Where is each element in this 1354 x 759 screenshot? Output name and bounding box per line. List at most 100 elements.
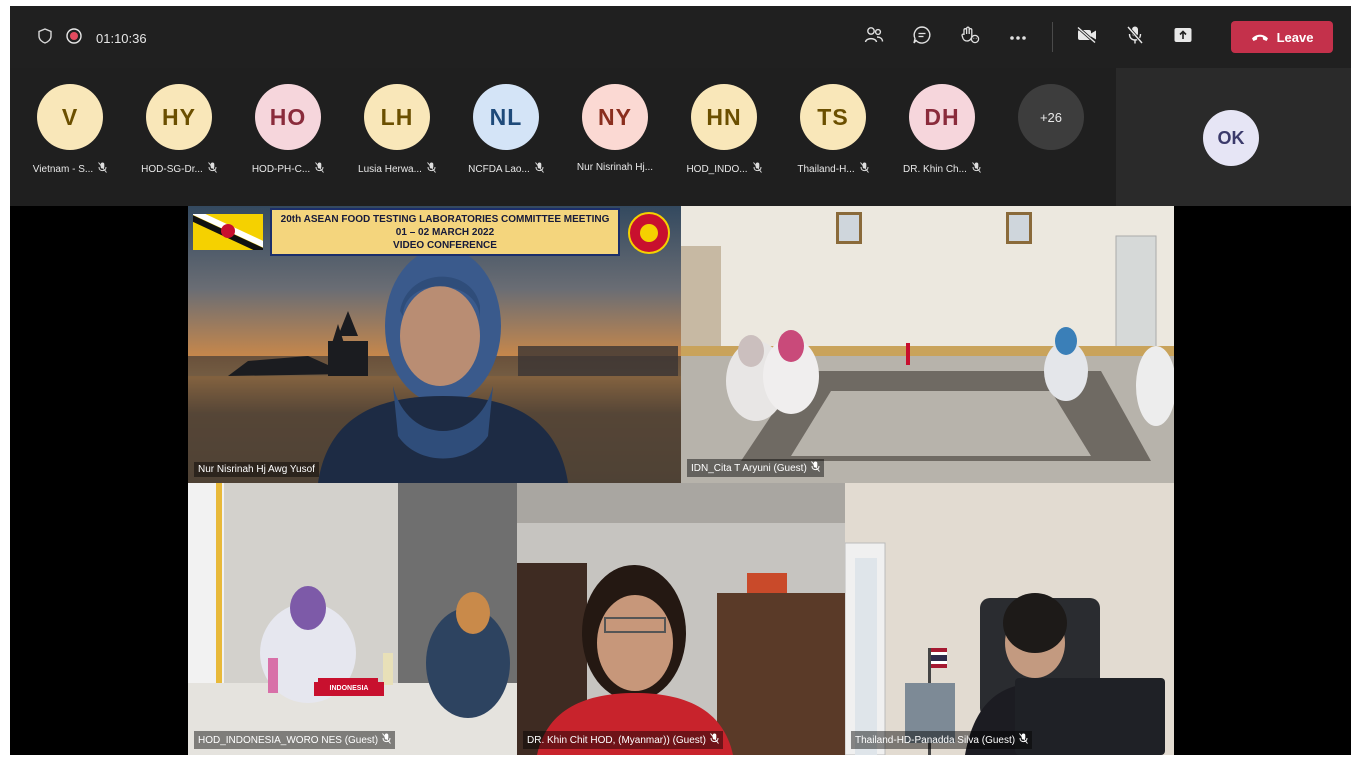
avatar: V	[37, 84, 103, 150]
participant-name-row: Thailand-H...	[779, 162, 887, 176]
participant-name-row: Nur Nisrinah Hj...	[561, 162, 669, 173]
mic-icon	[1019, 733, 1028, 747]
share-content-button[interactable]	[1165, 19, 1201, 55]
meeting-toolbar: 01:10:36 Leave	[10, 6, 1351, 68]
mic-off-icon	[752, 162, 762, 176]
participant-name-row: HOD_INDO...	[670, 162, 778, 176]
leave-label: Leave	[1276, 29, 1314, 45]
mic-off-icon	[972, 162, 981, 176]
participant-name-row: HOD-SG-Dr...	[125, 162, 233, 176]
participant-name: DR. Khin Ch...	[903, 163, 967, 175]
participant-name: HOD-SG-Dr...	[141, 163, 203, 175]
video-name-label: IDN_Cita T Aryuni (Guest)	[687, 459, 824, 477]
mic-off-icon	[534, 162, 544, 176]
camera-off-icon	[1076, 25, 1098, 49]
banner-line-2: 01 – 02 MARCH 2022	[395, 227, 495, 238]
mic-off-icon	[859, 162, 869, 176]
teams-meeting-window: 01:10:36 Leave V Vietnam - S... HY HOD-S…	[10, 6, 1351, 755]
participants-strip: V Vietnam - S... HY HOD-SG-Dr... HO HOD-…	[10, 68, 1116, 206]
participant-name: Vietnam - S...	[32, 163, 94, 175]
asean-logo	[628, 212, 670, 254]
meeting-status: 01:10:36	[38, 28, 147, 49]
banner-line-3: VIDEO CONFERENCE	[393, 240, 497, 251]
avatar: HN	[691, 84, 757, 150]
mic-icon	[710, 733, 719, 747]
record-icon	[66, 28, 82, 49]
participant-tile[interactable]: HY HOD-SG-Dr...	[125, 84, 233, 176]
participant-tile[interactable]: V Vietnam - S...	[16, 84, 124, 176]
mic-toggle-button[interactable]	[1117, 19, 1153, 55]
shield-icon	[38, 28, 52, 49]
mic-off-icon	[315, 162, 325, 176]
participant-name: NCFDA Lao...	[468, 163, 530, 175]
self-avatar[interactable]: OK	[1203, 110, 1259, 166]
participant-tile[interactable]: HN HOD_INDO...	[670, 84, 778, 176]
participant-name: HOD_INDO...	[686, 163, 748, 175]
avatar: LH	[364, 84, 430, 150]
video-tile-khin-chit[interactable]: DR. Khin Chit HOD, (Myanmar)) (Guest)	[517, 483, 845, 755]
video-tile-nur-nisrinah[interactable]: 20th ASEAN FOOD TESTING LABORATORIES COM…	[188, 206, 681, 483]
avatar: DH	[909, 84, 975, 150]
mic-off-icon	[207, 162, 217, 176]
mic-off-icon	[98, 162, 108, 176]
mic-off-icon	[427, 162, 436, 176]
video-name-label: Nur Nisrinah Hj Awg Yusof	[194, 462, 319, 477]
video-name-label: DR. Khin Chit HOD, (Myanmar)) (Guest)	[523, 731, 723, 749]
reactions-button[interactable]	[952, 19, 988, 55]
toolbar-divider	[1052, 22, 1053, 52]
video-tile-hod-indonesia[interactable]: INDONESIA HOD_INDONESIA_WORO NES (Guest)	[188, 483, 517, 755]
more-options-button[interactable]	[1000, 19, 1036, 55]
phone-icon	[1251, 30, 1269, 45]
participant-name: DR. Khin Chit HOD, (Myanmar)) (Guest)	[527, 734, 706, 746]
indonesia-delegate-scene	[188, 483, 517, 755]
video-tile-panadda-silva[interactable]: Thailand-HD-Panadda Silva (Guest)	[845, 483, 1174, 755]
mic-icon	[382, 733, 391, 747]
participant-name: Thailand-HD-Panadda Silva (Guest)	[855, 734, 1016, 746]
share-icon	[1173, 26, 1193, 49]
avatar: TS	[800, 84, 866, 150]
participant-name-row: Lusia Herwa...	[343, 162, 451, 176]
banner-line-1: 20th ASEAN FOOD TESTING LABORATORIES COM…	[280, 214, 610, 225]
overflow-count: +26	[1018, 84, 1084, 150]
mic-icon	[810, 461, 820, 475]
participant-name: HOD_INDONESIA_WORO NES (Guest)	[198, 734, 379, 746]
avatar: NL	[473, 84, 539, 150]
participant-name: Nur Nisrinah Hj Awg Yusof	[198, 464, 315, 475]
thailand-delegate-scene	[845, 483, 1174, 755]
participant-tile[interactable]: NY Nur Nisrinah Hj...	[561, 84, 669, 173]
participant-name: IDN_Cita T Aryuni (Guest)	[691, 462, 807, 474]
avatar: NY	[582, 84, 648, 150]
participant-name: Lusia Herwa...	[358, 163, 422, 175]
mic-off-icon	[1126, 25, 1144, 50]
brunei-flag	[193, 214, 263, 250]
participant-name: Nur Nisrinah Hj...	[576, 162, 654, 173]
video-tile-cita-aryuni[interactable]: IDN_Cita T Aryuni (Guest)	[681, 206, 1174, 483]
participant-tile[interactable]: HO HOD-PH-C...	[234, 84, 342, 176]
camera-toggle-button[interactable]	[1069, 19, 1105, 55]
more-icon	[1009, 28, 1027, 46]
avatar: HO	[255, 84, 321, 150]
more-participants-button[interactable]: +26	[997, 84, 1105, 150]
participant-tile[interactable]: DH DR. Khin Ch...	[888, 84, 996, 176]
participant-name: HOD-PH-C...	[251, 163, 311, 175]
people-button[interactable]	[856, 19, 892, 55]
participant-name-row: HOD-PH-C...	[234, 162, 342, 176]
participant-tile[interactable]: NL NCFDA Lao...	[452, 84, 560, 176]
video-name-label: HOD_INDONESIA_WORO NES (Guest)	[194, 731, 396, 749]
toolbar-actions: Leave	[850, 6, 1351, 68]
video-name-label: Thailand-HD-Panadda Silva (Guest)	[851, 731, 1033, 749]
myanmar-delegate-scene	[517, 483, 845, 755]
raise-hand-icon	[960, 25, 980, 50]
participant-tile[interactable]: LH Lusia Herwa...	[343, 84, 451, 176]
participant-name-row: DR. Khin Ch...	[888, 162, 996, 176]
meeting-room-scene	[681, 206, 1174, 483]
participant-tile[interactable]: TS Thailand-H...	[779, 84, 887, 176]
people-icon	[864, 26, 884, 49]
participant-name: Thailand-H...	[797, 163, 855, 175]
conference-banner: 20th ASEAN FOOD TESTING LABORATORIES COM…	[270, 208, 620, 256]
chat-button[interactable]	[904, 19, 940, 55]
leave-button[interactable]: Leave	[1231, 21, 1333, 53]
tent-card: INDONESIA	[314, 682, 384, 696]
chat-icon	[912, 25, 932, 50]
avatar: HY	[146, 84, 212, 150]
